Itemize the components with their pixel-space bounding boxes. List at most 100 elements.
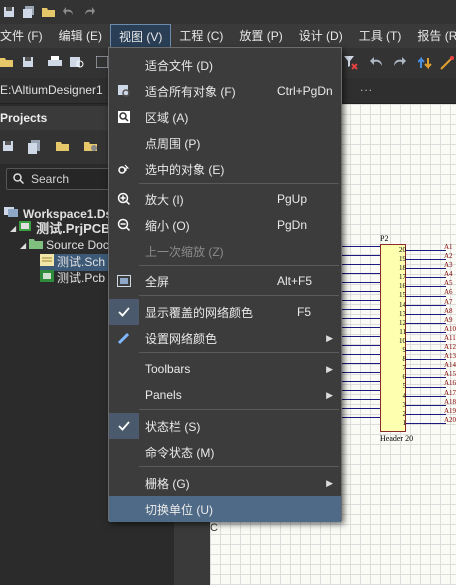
save-icon[interactable] (2, 5, 16, 19)
menu-item-toggle-units[interactable]: 切换单位 (U) (109, 496, 341, 522)
menu-item-set-net-color[interactable]: 设置网络颜色 ▶ (109, 325, 341, 351)
pin-number: 6 (402, 373, 407, 382)
tree-item-project[interactable]: ◢ 测试.PrjPCB (10, 220, 111, 237)
menu-item-label: 缩小 (O) (145, 218, 190, 233)
pin-number: 18 (399, 264, 406, 273)
pin-number: 1 (402, 418, 407, 427)
menu-place[interactable]: 放置 (P) (231, 24, 290, 48)
net-label: A2 (444, 252, 453, 261)
open-project-icon[interactable] (56, 140, 70, 154)
redo-icon[interactable] (82, 5, 96, 19)
menu-item-area[interactable]: 区域 (A) (109, 104, 341, 130)
menu-item-shortcut: PgDn (277, 218, 308, 232)
menu-edit[interactable]: 编辑 (E) (51, 24, 110, 48)
redo-icon[interactable] (392, 56, 406, 70)
menu-item-zoom-in[interactable]: 放大 (I) PgUp (109, 186, 341, 212)
menu-bar: 文件 (F) 编辑 (E) 视图 (V) 工程 (C) 放置 (P) 设计 (D… (0, 24, 456, 48)
tree-item-pcb[interactable]: 测试.Pcb (40, 270, 105, 287)
net-label: A7 (444, 297, 453, 306)
menu-item-previous-zoom[interactable]: 上一次缩放 (Z) (109, 238, 341, 264)
print-icon[interactable] (48, 56, 62, 70)
menu-item-toolbars[interactable]: Toolbars ▶ (109, 356, 341, 382)
menu-item-fit-all-objects[interactable]: 适合所有对象 (F) Ctrl+PgDn (109, 78, 341, 104)
tree-item-source-docs[interactable]: ◢ Source Docu (20, 237, 116, 254)
menu-item-zoom-out[interactable]: 缩小 (O) PgDn (109, 212, 341, 238)
pin-number: 4 (402, 391, 407, 400)
pin-number: 12 (399, 318, 406, 327)
pin-number: 9 (402, 346, 407, 355)
menu-item-label: 选中的对象 (E) (145, 162, 225, 177)
view-menu-dropdown: 适合文件 (D) 适合所有对象 (F) Ctrl+PgDn 区域 (A) 点周围… (108, 47, 342, 522)
sheet-border-marker: C (210, 522, 218, 534)
menu-reports[interactable]: 报告 (R) (409, 24, 456, 48)
net-wire (406, 250, 446, 251)
pin-number: 13 (399, 309, 406, 318)
menu-view[interactable]: 视图 (V) (110, 24, 172, 48)
schematic-doc-icon (40, 254, 54, 271)
projects-search[interactable]: Search (6, 168, 110, 190)
wand-icon[interactable] (440, 56, 454, 70)
net-wire (406, 304, 446, 306)
net-label: A8 (444, 306, 453, 315)
menu-item-label: Toolbars (145, 362, 191, 376)
collapse-triangle-icon[interactable]: ◢ (20, 237, 26, 254)
menu-item-status-bar[interactable]: 状态栏 (S) (109, 413, 341, 439)
net-label: A4 (444, 270, 453, 279)
save-all-icon[interactable] (22, 5, 36, 19)
tree-item-label: 测试.Pcb (57, 271, 106, 285)
menu-item-label: 放大 (I) (145, 192, 184, 207)
pcb-project-icon (19, 220, 33, 237)
menu-item-grid[interactable]: 栅格 (G) ▶ (109, 470, 341, 496)
menu-item-label: 上一次缩放 (Z) (145, 244, 224, 259)
fit-all-objects-icon (109, 78, 139, 104)
undo-icon[interactable] (370, 56, 384, 70)
menu-item-label: 显示覆盖的网络颜色 (145, 305, 254, 320)
menu-item-show-net-color[interactable]: 显示覆盖的网络颜色 F5 (109, 299, 341, 325)
menu-separator (139, 352, 339, 353)
net-label: A3 (444, 261, 453, 270)
fullscreen-icon (109, 268, 139, 294)
tree-item-label: 测试.Sch (57, 255, 106, 269)
net-wire (406, 341, 446, 342)
open-icon[interactable] (0, 56, 14, 70)
net-label: A16 (444, 379, 456, 388)
component-designator: P2 (380, 234, 389, 243)
open-folder-icon[interactable] (42, 5, 56, 19)
area-zoom-icon (109, 104, 139, 130)
project-settings-icon[interactable] (84, 140, 98, 154)
menu-project[interactable]: 工程 (C) (171, 24, 231, 48)
menu-tools[interactable]: 工具 (T) (351, 24, 410, 48)
undo-icon[interactable] (62, 5, 76, 19)
print-preview-icon[interactable] (70, 56, 84, 70)
net-wire (406, 268, 446, 270)
net-wire (406, 322, 446, 324)
menu-item-label: 命令状态 (M) (145, 445, 215, 460)
menu-item-around-point[interactable]: 点周围 (P) (109, 130, 341, 156)
pin-number: 8 (402, 355, 407, 364)
submenu-arrow-icon: ▶ (326, 332, 333, 343)
search-input[interactable]: Search (31, 172, 69, 186)
menu-item-fullscreen[interactable]: 全屏 Alt+F5 (109, 268, 341, 294)
menu-item-command-status[interactable]: 命令状态 (M) (109, 439, 341, 465)
net-wire (406, 331, 446, 333)
menu-separator (139, 295, 339, 296)
menu-file[interactable]: 文件 (F) (0, 24, 51, 48)
save-icon[interactable] (2, 140, 16, 154)
document-stack-icon[interactable] (28, 140, 42, 154)
menu-item-fit-document[interactable]: 适合文件 (D) (109, 52, 341, 78)
menu-design[interactable]: 设计 (D) (291, 24, 351, 48)
projects-panel-title: Projects (0, 106, 110, 130)
hierarchy-up-down-icon[interactable] (417, 56, 432, 70)
tree-item-schematic[interactable]: 测试.Sch (40, 254, 110, 271)
net-wire (406, 277, 446, 279)
net-wire (406, 395, 446, 397)
document-path: E:\AltiumDesigner1 (0, 83, 103, 97)
save-icon[interactable] (22, 56, 36, 70)
menu-item-panels[interactable]: Panels ▶ (109, 382, 341, 408)
net-wire (406, 286, 446, 288)
clear-filter-icon[interactable] (344, 56, 358, 70)
collapse-triangle-icon[interactable]: ◢ (10, 220, 16, 237)
checkmark-icon (109, 299, 139, 325)
net-label: A18 (444, 397, 456, 406)
menu-item-selected-objects[interactable]: 选中的对象 (E) (109, 156, 341, 182)
